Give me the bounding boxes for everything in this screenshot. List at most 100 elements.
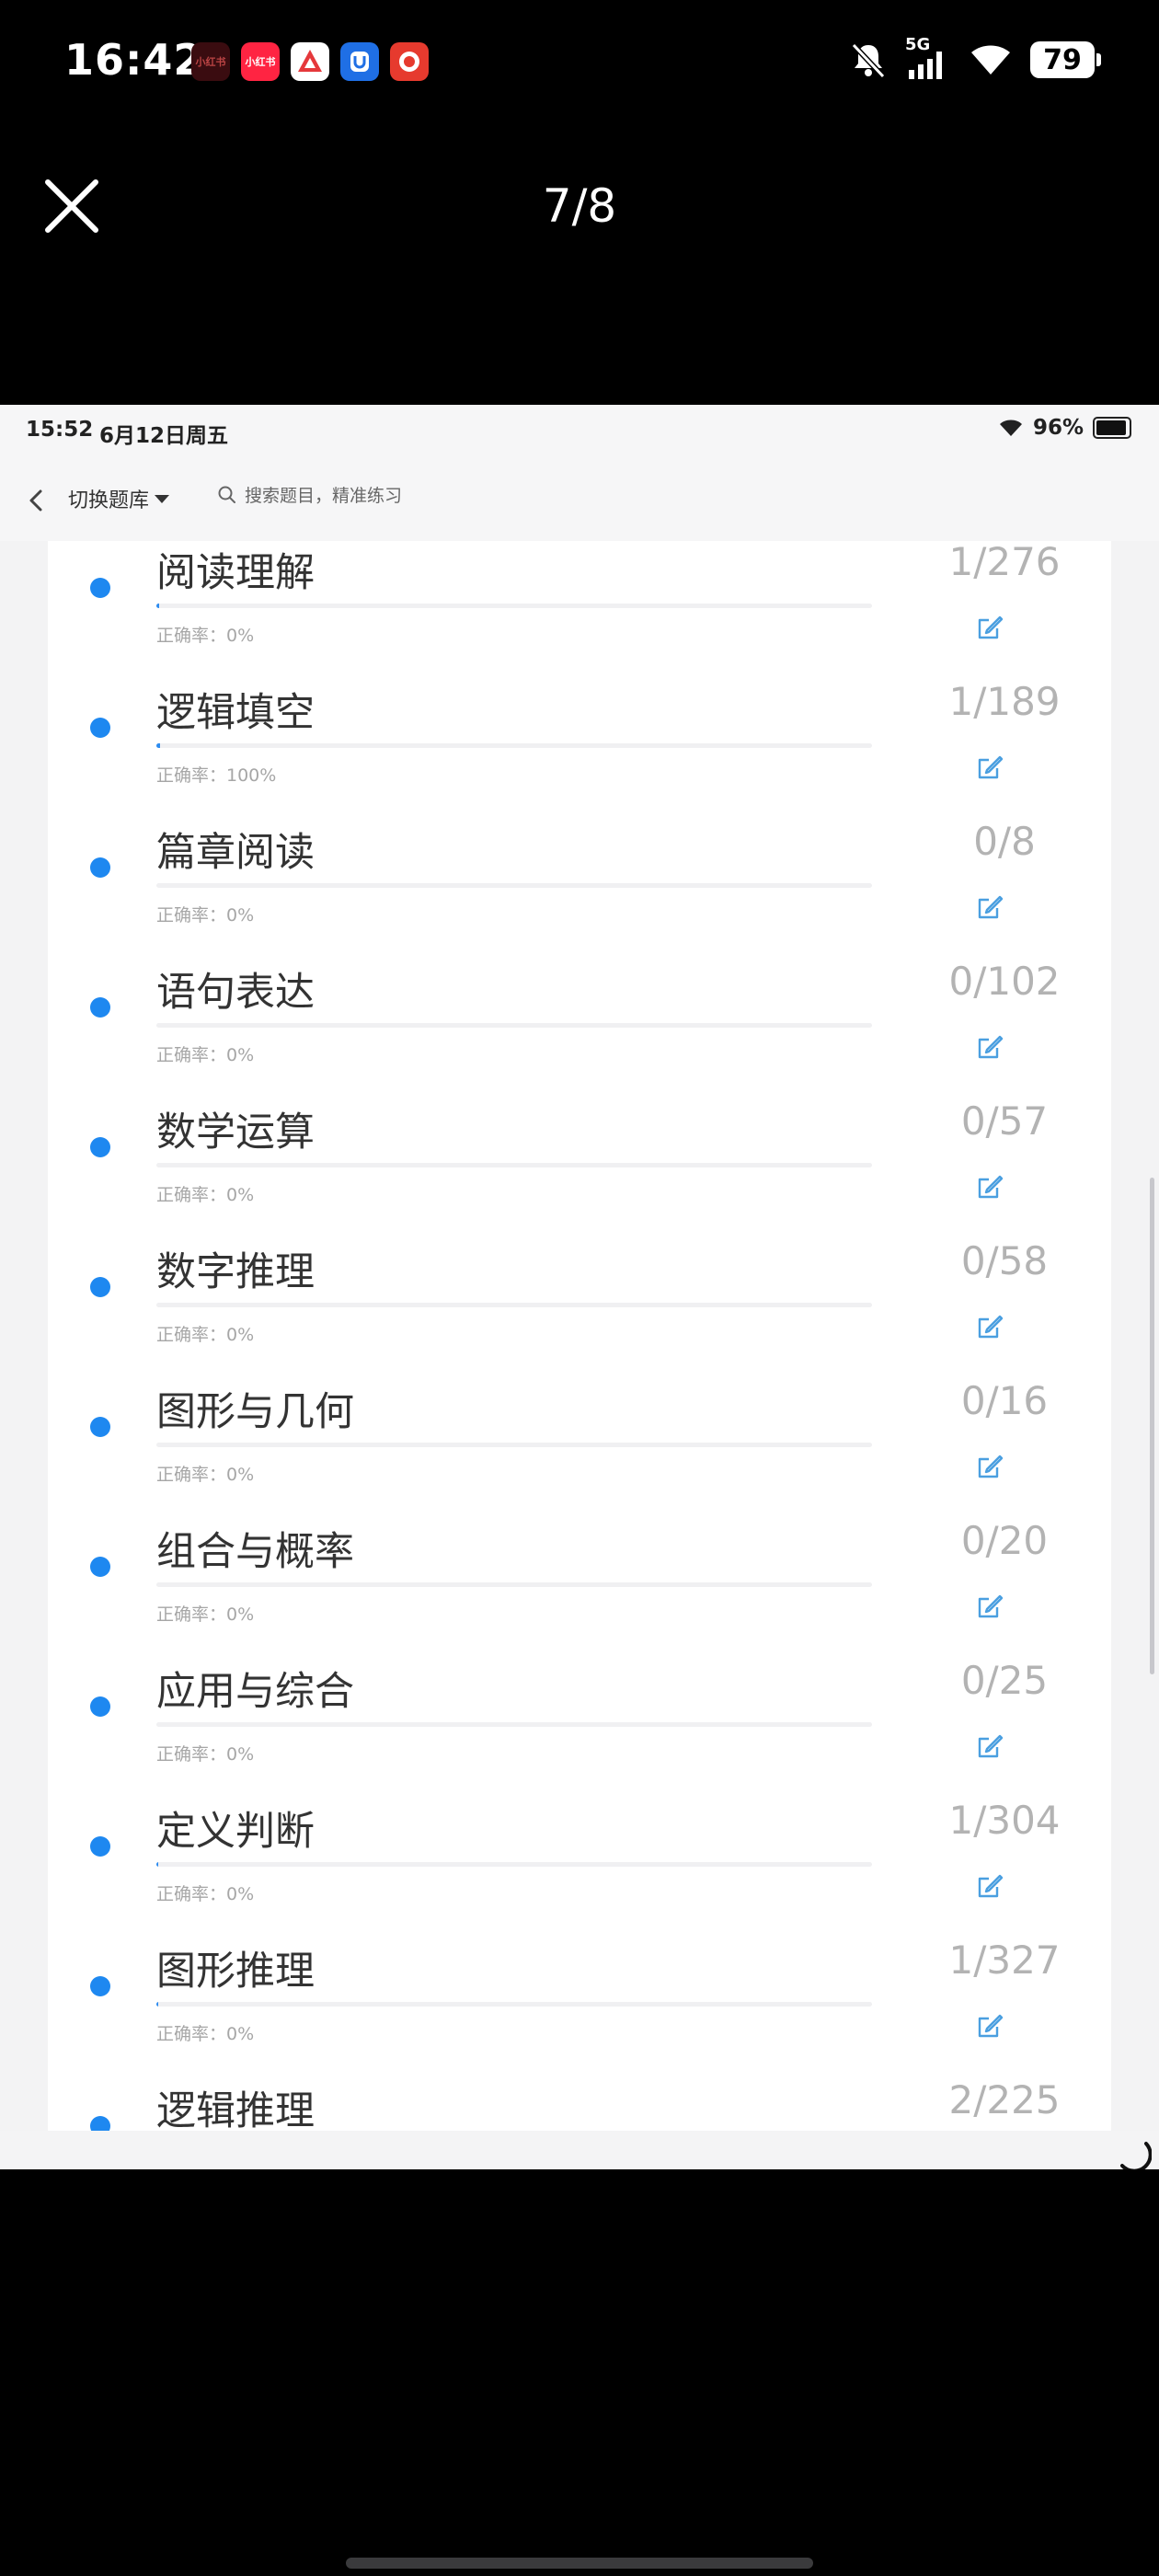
- edit-icon[interactable]: [975, 1731, 1004, 1761]
- bullet-dot: [90, 1277, 110, 1297]
- app-u-icon: [340, 42, 379, 81]
- progress-bar: [156, 743, 872, 748]
- progress-fill: [156, 743, 160, 748]
- battery-indicator: 79: [1030, 41, 1101, 78]
- accuracy-label: 正确率：0%: [156, 1744, 255, 1765]
- phone-clock: 16:42: [64, 35, 204, 85]
- bullet-dot: [90, 1557, 110, 1577]
- list-item[interactable]: 图形推理正确率：0% 1/327: [48, 1936, 1111, 2076]
- accuracy-label: 正确率：0%: [156, 1604, 255, 1625]
- question-type-list: 阅读理解 正确率：0% 1/276 逻辑填空 正确率：100% 1/189 篇章阅读 正确率：…: [48, 541, 1111, 2142]
- edit-icon[interactable]: [975, 1871, 1004, 1901]
- accuracy-label: 正确率：0%: [156, 1045, 255, 1065]
- item-title: 逻辑推理: [156, 2088, 315, 2134]
- progress-fill: [156, 1862, 159, 1867]
- accuracy-label: 正确率：0%: [156, 1325, 255, 1345]
- list-item[interactable]: 组合与概率 正确率：0% 0/20: [48, 1516, 1111, 1656]
- bullet-dot: [90, 1137, 110, 1157]
- list-item[interactable]: 语句表达 正确率：0% 0/102: [48, 957, 1111, 1097]
- home-indicator[interactable]: [346, 2558, 813, 2569]
- progress-bar: [156, 1023, 872, 1028]
- progress-bar: [156, 2002, 872, 2007]
- edit-icon[interactable]: [975, 1312, 1004, 1341]
- item-count: 1/327: [948, 1938, 1061, 1983]
- tablet-clock: 15:52: [26, 418, 94, 442]
- xiaohongshu-icon: 小红书: [191, 42, 230, 81]
- tablet-status-bar: 15:52 6月12日周五 96%: [0, 405, 1159, 458]
- signal-icon: 5G: [905, 35, 951, 81]
- tablet-status-indicators: 96%: [998, 416, 1131, 440]
- list-item[interactable]: 数学运算正确率：0% 0/57: [48, 1097, 1111, 1236]
- accuracy-label: 正确率：0%: [156, 2024, 255, 2044]
- mute-bell-icon: [851, 42, 886, 79]
- list-item[interactable]: 图形与几何 正确率：0% 0/16: [48, 1376, 1111, 1516]
- item-title: 图形推理: [156, 1949, 315, 1995]
- item-title: 数学运算: [156, 1110, 315, 1156]
- edit-icon[interactable]: [975, 892, 1004, 922]
- nav-bar: 切换题库 搜索题目，精准练习: [0, 458, 1159, 541]
- edit-icon[interactable]: [975, 753, 1004, 782]
- item-count: 2/225: [948, 2077, 1061, 2122]
- scrollbar[interactable]: [1150, 1178, 1154, 1674]
- accuracy-label: 正确率：0%: [156, 626, 255, 646]
- edit-icon[interactable]: [975, 1172, 1004, 1202]
- progress-bar: [156, 883, 872, 888]
- bullet-dot: [90, 1836, 110, 1857]
- search-placeholder: 搜索题目，精准练习: [245, 486, 403, 506]
- list-item[interactable]: 篇章阅读正确率：0% 0/8: [48, 817, 1111, 957]
- notification-app-icons: 小红书 小红书: [191, 42, 429, 81]
- item-title: 应用与综合: [156, 1669, 354, 1715]
- list-item[interactable]: 应用与综合 正确率：0% 0/25: [48, 1656, 1111, 1796]
- item-count: 0/8: [973, 819, 1036, 864]
- edit-icon[interactable]: [975, 2011, 1004, 2041]
- progress-bar: [156, 1163, 872, 1167]
- edit-icon[interactable]: [975, 1452, 1004, 1481]
- progress-bar: [156, 604, 872, 608]
- xiaohongshu-icon: 小红书: [241, 42, 280, 81]
- progress-bar: [156, 1722, 872, 1727]
- tablet-battery-icon: [1093, 417, 1131, 439]
- screenshot-image: 15:52 6月12日周五 96% 切换题库 搜索题目，精准练习 阅读理解正确率…: [0, 405, 1159, 2169]
- item-title: 语句表达: [156, 970, 315, 1016]
- image-counter: 7/8: [542, 179, 617, 233]
- item-count: 0/57: [960, 1098, 1049, 1144]
- progress-bar: [156, 1443, 872, 1447]
- item-title: 篇章阅读: [156, 830, 315, 876]
- bullet-dot: [90, 578, 110, 598]
- search-icon: [218, 486, 235, 503]
- list-item[interactable]: 定义判断 正确率：0% 1/304: [48, 1796, 1111, 1936]
- list-item[interactable]: 数字推理正确率：0% 0/58: [48, 1236, 1111, 1376]
- search-input[interactable]: 搜索题目，精准练习: [217, 482, 402, 507]
- progress-bar: [156, 1303, 872, 1307]
- bottom-bar: [0, 2131, 1159, 2169]
- progress-fill: [156, 2002, 159, 2007]
- edit-icon[interactable]: [975, 1032, 1004, 1062]
- bullet-dot: [90, 997, 110, 1018]
- accuracy-label: 正确率：100%: [156, 765, 277, 786]
- edit-icon[interactable]: [975, 613, 1004, 642]
- back-icon[interactable]: [20, 484, 53, 517]
- item-count: 0/20: [960, 1518, 1049, 1563]
- wifi-icon: [971, 45, 1010, 75]
- accuracy-label: 正确率：0%: [156, 905, 255, 926]
- switch-question-bank-button[interactable]: 切换题库: [68, 484, 170, 513]
- edit-icon[interactable]: [975, 1592, 1004, 1621]
- tablet-date: 6月12日周五: [99, 424, 229, 448]
- bullet-dot: [90, 718, 110, 738]
- loading-spinner-icon: [1120, 2142, 1152, 2169]
- item-title: 逻辑填空: [156, 690, 315, 736]
- list-item[interactable]: 阅读理解 正确率：0% 1/276: [48, 541, 1111, 677]
- bullet-dot: [90, 857, 110, 878]
- bullet-dot: [90, 1417, 110, 1437]
- phone-status-bar: 16:42 小红书 小红书 5G 79: [0, 0, 1159, 129]
- item-count: 0/58: [960, 1238, 1049, 1283]
- list-item[interactable]: 逻辑填空 正确率：100% 1/189: [48, 677, 1111, 817]
- accuracy-label: 正确率：0%: [156, 1185, 255, 1205]
- status-indicators: 5G 79: [848, 35, 1101, 81]
- caret-down-icon: [155, 494, 170, 503]
- progress-fill: [156, 604, 160, 608]
- item-title: 阅读理解: [156, 550, 315, 596]
- progress-bar: [156, 1582, 872, 1587]
- item-title: 数字推理: [156, 1249, 315, 1295]
- item-count: 0/16: [960, 1378, 1049, 1423]
